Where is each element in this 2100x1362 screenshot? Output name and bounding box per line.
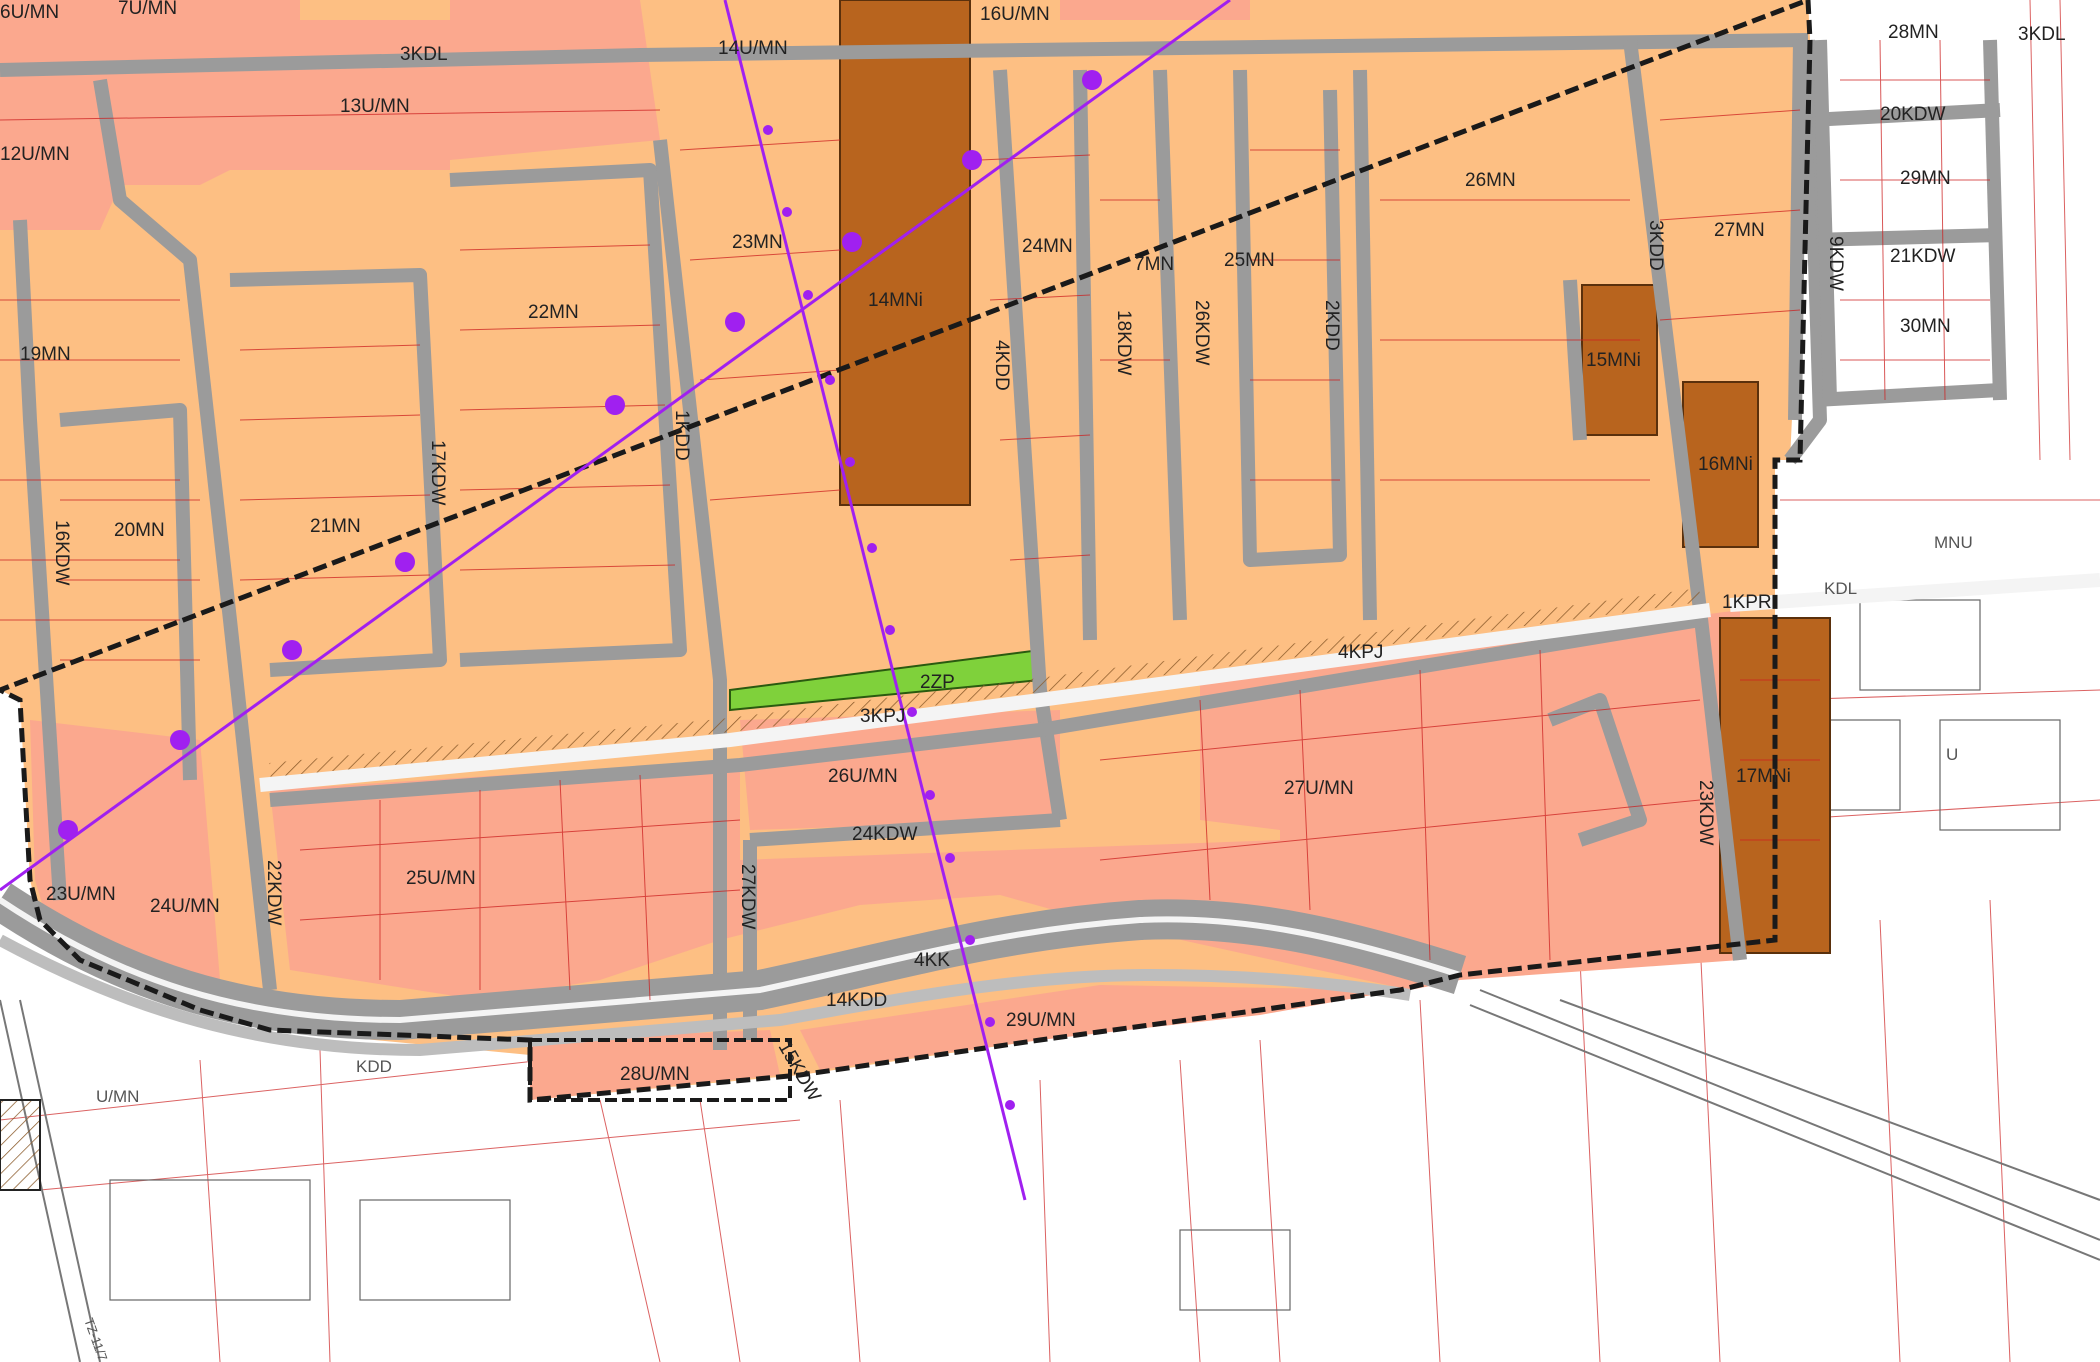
label-29umn: 29U/MN: [1006, 1010, 1076, 1031]
label-mnu: MNU: [1934, 533, 1973, 552]
label-9kdw: 9KDW: [1825, 236, 1846, 291]
label-3kpj: 3KPJ: [860, 706, 905, 727]
label-7umn: 7U/MN: [118, 0, 177, 19]
label-20kdw: 20KDW: [1880, 104, 1946, 125]
label-16umn: 16U/MN: [980, 4, 1050, 25]
label-26mn: 26MN: [1465, 170, 1516, 191]
label-kdd: KDD: [356, 1057, 392, 1076]
label-1kdd: 1KDD: [671, 410, 692, 461]
label-29mn: 29MN: [1900, 168, 1951, 189]
label-27kdw: 27KDW: [737, 864, 758, 930]
label-20mn: 20MN: [114, 520, 165, 541]
label-4kpj: 4KPJ: [1338, 642, 1383, 663]
label-4kk: 4KK: [914, 950, 950, 971]
label-17mni: 17MNi: [1736, 766, 1791, 787]
hatched-block-left: [0, 1099, 41, 1191]
label-kdl-right: KDL: [1824, 579, 1857, 598]
label-3kdl-right: 3KDL: [2018, 24, 2066, 45]
label-23kdw: 23KDW: [1695, 780, 1716, 846]
label-24umn: 24U/MN: [150, 896, 220, 917]
label-22mn: 22MN: [528, 302, 579, 323]
label-17kdw: 17KDW: [427, 440, 448, 506]
label-28umn: 28U/MN: [620, 1064, 690, 1085]
label-u-right: U: [1946, 745, 1958, 764]
label-2kdd: 2KDD: [1321, 300, 1342, 351]
label-19mn: 19MN: [20, 344, 71, 365]
label-16mni: 16MNi: [1698, 454, 1753, 475]
label-4kdd: 4KDD: [991, 340, 1012, 391]
label-14kdd: 14KDD: [826, 990, 887, 1011]
label-23mn: 23MN: [732, 232, 783, 253]
label-25mn: 25MN: [1224, 250, 1275, 271]
label-2zp: 2ZP: [920, 672, 955, 693]
label-umn-outside: U/MN: [96, 1087, 139, 1106]
label-24kdw: 24KDW: [852, 824, 918, 845]
label-15mni: 15MNi: [1586, 350, 1641, 371]
label-24mn: 24MN: [1022, 236, 1073, 257]
label-21mn: 21MN: [310, 516, 361, 537]
label-12umn: 12U/MN: [0, 144, 70, 165]
label-14mni: 14MNi: [868, 290, 923, 311]
label-22kdw: 22KDW: [263, 860, 284, 926]
label-13umn: 13U/MN: [340, 96, 410, 117]
label-21kdw: 21KDW: [1890, 246, 1956, 267]
label-26umn: 26U/MN: [828, 766, 898, 787]
label-1kpr: 1KPR: [1722, 592, 1772, 613]
label-26kdw: 26KDW: [1191, 300, 1212, 366]
label-27umn: 27U/MN: [1284, 778, 1354, 799]
label-6umn: 6U/MN: [0, 2, 59, 23]
label-7mn: 7MN: [1134, 254, 1174, 275]
label-16kdw: 16KDW: [51, 520, 72, 586]
label-3kdl-top: 3KDL: [400, 44, 448, 65]
label-27mn: 27MN: [1714, 220, 1765, 241]
label-28mn: 28MN: [1888, 22, 1939, 43]
label-3kdd: 3KDD: [1645, 220, 1666, 271]
label-14umn: 14U/MN: [718, 38, 788, 59]
zoning-map: 6U/MN 7U/MN 3KDL 16U/MN 14U/MN 28MN 3KDL…: [0, 0, 2100, 1362]
label-23umn: 23U/MN: [46, 884, 116, 905]
label-18kdw: 18KDW: [1113, 310, 1134, 376]
label-30mn: 30MN: [1900, 316, 1951, 337]
label-25umn: 25U/MN: [406, 868, 476, 889]
